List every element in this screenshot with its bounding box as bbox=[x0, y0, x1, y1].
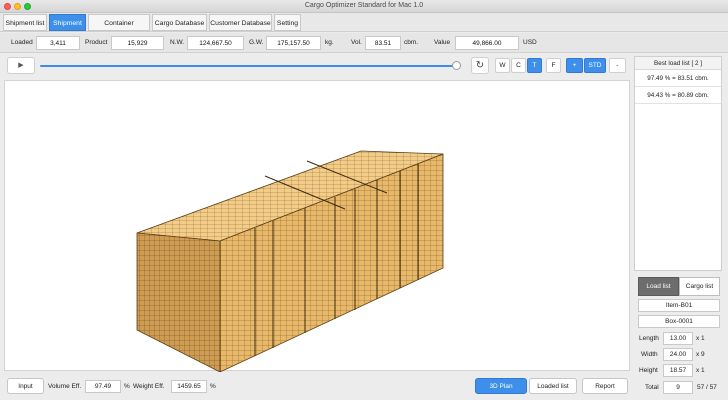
playback-toolbar: ▶ ↻ W C T F + STD - bbox=[0, 54, 632, 78]
height-label: Height bbox=[639, 367, 658, 374]
weight-eff-unit: % bbox=[210, 383, 216, 390]
zoom-in-button[interactable]: + bbox=[566, 58, 583, 73]
tab-shipment[interactable]: Shipment bbox=[49, 14, 86, 31]
length-label: Length bbox=[639, 335, 659, 342]
loaded-label: Loaded bbox=[11, 39, 33, 46]
volume-eff-label: Volume Eff. bbox=[48, 383, 82, 390]
nw-label: N.W. bbox=[170, 39, 185, 46]
load-list-tab[interactable]: Load list bbox=[638, 277, 679, 296]
cargo-list-tab[interactable]: Cargo list bbox=[679, 277, 720, 296]
length-field[interactable]: 13.00 bbox=[663, 332, 693, 345]
view-t-button[interactable]: T bbox=[527, 58, 542, 73]
width-field[interactable]: 24.00 bbox=[663, 348, 693, 361]
best-load-list-panel: Best load list [ 2 ] 97.49 % = 83.51 cbm… bbox=[634, 56, 722, 271]
loaded-list-button[interactable]: Loaded list bbox=[529, 378, 577, 394]
tab-cargo-database[interactable]: Cargo Database bbox=[152, 14, 207, 31]
product-field[interactable]: 15,929 bbox=[111, 36, 164, 50]
std-view-button[interactable]: STD bbox=[584, 58, 606, 73]
vol-field[interactable]: 83.51 bbox=[365, 36, 401, 50]
nw-field[interactable]: 124,667.50 bbox=[187, 36, 244, 50]
list-toggle: Load list Cargo list bbox=[638, 277, 720, 296]
cbm-unit: cbm. bbox=[404, 39, 419, 46]
value-field[interactable]: 49,866.00 bbox=[455, 36, 519, 50]
total-label: Total bbox=[645, 384, 659, 391]
weight-eff-field: 1459.65 bbox=[171, 380, 207, 393]
volume-eff-unit: % bbox=[124, 383, 130, 390]
best-load-item[interactable]: 97.49 % = 83.51 cbm. bbox=[635, 70, 721, 87]
box-field[interactable]: Box-0001 bbox=[638, 315, 720, 328]
product-label: Product bbox=[85, 39, 108, 46]
weight-eff-label: Weight Eff. bbox=[133, 383, 165, 390]
play-button[interactable]: ▶ bbox=[7, 57, 35, 74]
bottom-bar: Input Volume Eff. 97.49 % Weight Eff. 14… bbox=[0, 374, 632, 400]
container-3d-render bbox=[136, 150, 444, 373]
slider-knob[interactable] bbox=[452, 61, 461, 70]
main-tabs: Shipment list Shipment Container Databas… bbox=[0, 13, 728, 44]
play-icon: ▶ bbox=[18, 62, 24, 69]
width-multiplier: x 9 bbox=[696, 351, 705, 358]
kg-unit: kg. bbox=[325, 39, 334, 46]
item-field[interactable]: Item-B01 bbox=[638, 299, 720, 312]
3d-view-canvas[interactable] bbox=[4, 80, 630, 373]
length-multiplier: x 1 bbox=[696, 335, 705, 342]
height-field[interactable]: 18.57 bbox=[663, 364, 693, 377]
tab-shipment-list[interactable]: Shipment list bbox=[3, 14, 47, 31]
title-bar: Cargo Optimizer Standard for Mac 1.0 bbox=[0, 0, 728, 13]
loaded-field[interactable]: 3,411 bbox=[36, 36, 80, 50]
height-multiplier: x 1 bbox=[696, 367, 705, 374]
shipment-summary: Loaded 3,411 Product 15,929 N.W. 124,667… bbox=[0, 33, 728, 53]
volume-eff-field: 97.49 bbox=[85, 380, 121, 393]
value-label: Value bbox=[434, 39, 451, 46]
best-load-item[interactable]: 94.43 % = 80.89 cbm. bbox=[635, 87, 721, 104]
cargo-end-face bbox=[136, 232, 221, 373]
view-f-button[interactable]: F bbox=[546, 58, 561, 73]
tab-setting[interactable]: Setting bbox=[274, 14, 301, 31]
animation-slider[interactable] bbox=[40, 65, 458, 67]
total-count: 57 / 57 bbox=[697, 384, 717, 391]
tab-container-database[interactable]: Container Database bbox=[88, 14, 150, 44]
gw-label: G.W. bbox=[249, 39, 264, 46]
view-w-button[interactable]: W bbox=[495, 58, 510, 73]
window-title: Cargo Optimizer Standard for Mac 1.0 bbox=[304, 2, 424, 9]
currency-unit: USD bbox=[523, 39, 537, 46]
total-field[interactable]: 9 bbox=[663, 381, 693, 394]
vol-label: Vol. bbox=[351, 39, 362, 46]
width-label: Width bbox=[641, 351, 658, 358]
report-button[interactable]: Report bbox=[582, 378, 628, 394]
3d-plan-button[interactable]: 3D Plan bbox=[475, 378, 527, 394]
best-load-list-header: Best load list [ 2 ] bbox=[635, 57, 721, 70]
tab-customer-database[interactable]: Customer Database bbox=[209, 14, 272, 31]
refresh-button[interactable]: ↻ bbox=[471, 57, 489, 74]
gw-field[interactable]: 175,157.50 bbox=[266, 36, 321, 50]
input-button[interactable]: Input bbox=[7, 378, 44, 394]
zoom-out-button[interactable]: - bbox=[609, 58, 626, 73]
view-c-button[interactable]: C bbox=[511, 58, 526, 73]
refresh-icon: ↻ bbox=[475, 60, 485, 71]
